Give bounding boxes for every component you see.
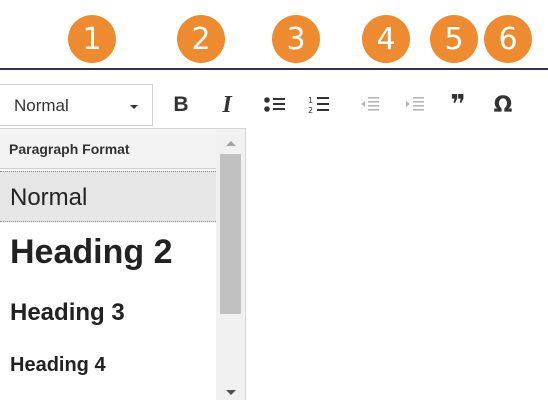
dropdown-item-label: Heading 2 — [10, 233, 173, 271]
numbered-list-button[interactable]: 1 2 — [304, 90, 334, 120]
paragraph-format-dropdown: Paragraph Format Normal Heading 2 Headin… — [0, 128, 246, 400]
italic-icon: I — [222, 91, 232, 118]
outdent-icon — [361, 97, 379, 111]
chevron-down-icon — [130, 105, 138, 109]
badge-6: 6 — [484, 15, 532, 63]
dropdown-scrollbar[interactable] — [216, 129, 245, 400]
dropdown-item-label: Heading 3 — [10, 299, 125, 326]
badge-5: 5 — [430, 15, 478, 63]
dropdown-item-heading-4[interactable]: Heading 4 — [0, 343, 216, 388]
dropdown-item-label: Normal — [10, 184, 88, 211]
blockquote-button[interactable]: ❞ — [443, 90, 473, 120]
special-character-button[interactable]: Ω — [488, 90, 518, 120]
paragraph-format-select[interactable]: Normal — [0, 84, 153, 126]
badge-1: 1 — [68, 15, 116, 63]
badge-3: 3 — [272, 15, 320, 63]
bold-icon: B — [173, 93, 189, 116]
scroll-down-arrow-icon[interactable] — [226, 390, 236, 395]
dropdown-item-label: Heading 4 — [10, 354, 106, 376]
bold-button[interactable]: B — [166, 90, 196, 120]
scrollbar-thumb[interactable] — [220, 154, 241, 314]
dropdown-header-label: Paragraph Format — [9, 141, 130, 157]
omega-icon: Ω — [493, 92, 513, 118]
indent-icon — [406, 97, 424, 111]
dropdown-item-heading-2[interactable]: Heading 2 — [0, 225, 216, 287]
italic-button[interactable]: I — [212, 90, 242, 120]
blockquote-icon: ❞ — [450, 90, 466, 120]
badge-4: 4 — [362, 15, 410, 63]
svg-text:1: 1 — [308, 96, 313, 105]
bulleted-list-button[interactable] — [260, 90, 290, 120]
svg-text:2: 2 — [308, 106, 313, 115]
increase-indent-button[interactable] — [400, 90, 430, 120]
badge-2: 2 — [177, 15, 225, 63]
bulleted-list-icon — [264, 97, 285, 112]
format-select-value: Normal — [14, 96, 69, 115]
dropdown-header: Paragraph Format — [0, 129, 216, 169]
scroll-up-arrow-icon[interactable] — [226, 141, 236, 146]
numbered-list-icon: 1 2 — [308, 96, 329, 115]
dropdown-item-heading-3[interactable]: Heading 3 — [0, 289, 216, 339]
decrease-indent-button[interactable] — [355, 90, 385, 120]
dropdown-item-normal[interactable]: Normal — [0, 171, 216, 222]
